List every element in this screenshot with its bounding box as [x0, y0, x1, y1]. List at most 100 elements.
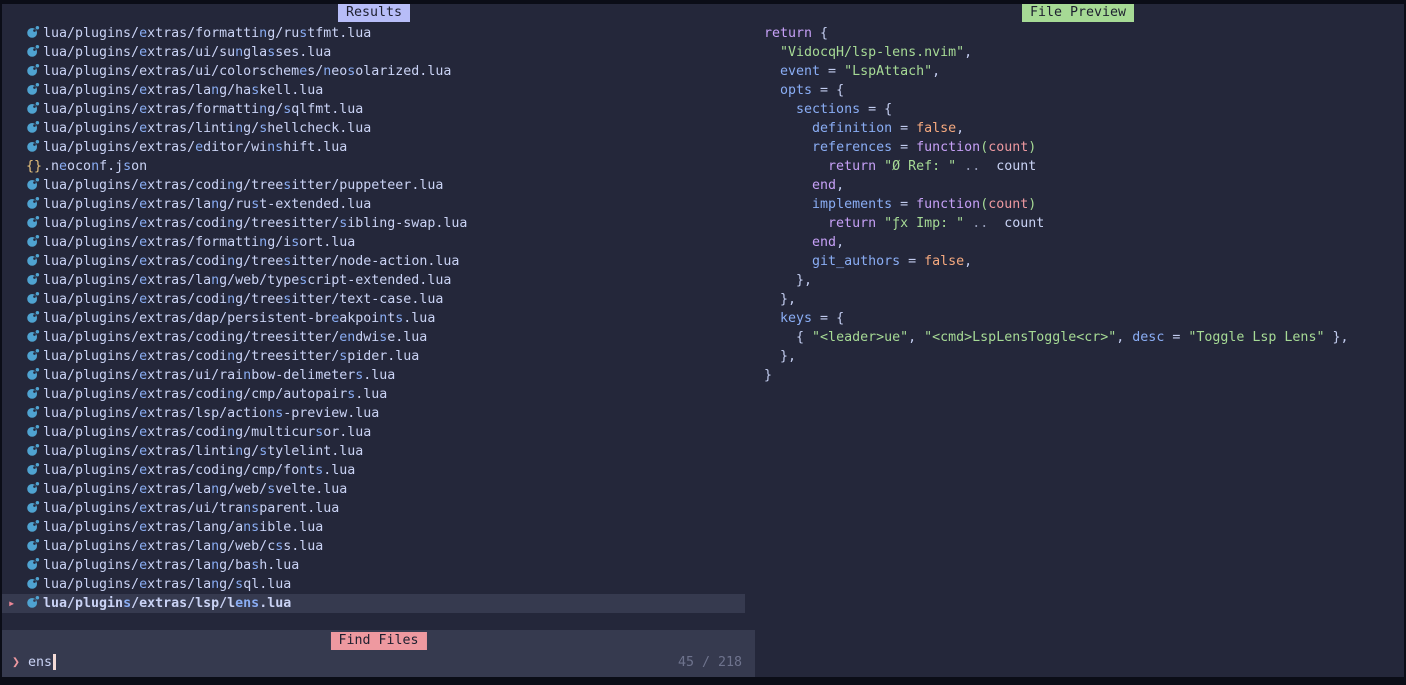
path-text: lua/plugins/ [43, 406, 139, 421]
result-row[interactable]: lua/plugins/extras/linting/shellcheck.lu… [2, 119, 745, 138]
result-row[interactable]: ▸lua/plugins/extras/lsp/lens.lua [2, 594, 745, 613]
result-row[interactable]: lua/plugins/extras/lsp/actions-preview.l… [2, 404, 745, 423]
preview-pane: return { "VidocqH/lsp-lens.nvim", event … [755, 2, 1404, 683]
code-token: count [988, 197, 1028, 212]
result-row[interactable]: lua/plugins/extras/coding/treesitter/nod… [2, 252, 745, 271]
code-line: implements = function(count) [764, 195, 1404, 214]
path-text: lua/plugins/ [43, 387, 139, 402]
result-row[interactable]: lua/plugins/extras/linting/stylelint.lua [2, 442, 745, 461]
code-token: function [916, 197, 980, 212]
result-row[interactable]: lua/plugins/extras/lang/bash.lua [2, 556, 745, 575]
path-text: g/tree [235, 178, 283, 193]
result-row[interactable]: lua/plugins/extras/lang/web/css.lua [2, 537, 745, 556]
path-text: olarized.lua [355, 64, 451, 79]
match-highlight: e [139, 387, 147, 402]
code-token: } [764, 368, 772, 383]
result-row[interactable]: lua/plugins/extras/lang/rust-extended.lu… [2, 195, 745, 214]
match-highlight: e [139, 273, 147, 288]
code-line: } [764, 366, 1404, 385]
lua-file-icon [26, 557, 43, 577]
code-line: return "Ø Ref: " .. count [764, 157, 1404, 176]
result-row[interactable]: lua/plugins/extras/formatting/rustfmt.lu… [2, 24, 745, 43]
result-row[interactable]: lua/plugins/extras/lang/web/svelte.lua [2, 480, 745, 499]
result-row[interactable]: lua/plugins/extras/lang/haskell.lua [2, 81, 745, 100]
lua-file-icon [26, 348, 43, 368]
result-row[interactable]: lua/plugins/extras/formatting/isort.lua [2, 233, 745, 252]
lua-file-icon [26, 196, 43, 216]
path-text: xtras/la [147, 197, 211, 212]
code-token: definition [812, 121, 892, 136]
lua-file-icon [26, 386, 43, 406]
path-text: f.j [99, 159, 123, 174]
result-row[interactable]: lua/plugins/extras/coding/cmp/fonts.lua [2, 461, 745, 480]
result-row[interactable]: lua/plugins/extras/coding/treesitter/pup… [2, 176, 745, 195]
match-highlight: e [139, 216, 147, 231]
match-highlight: e [139, 121, 147, 136]
result-row[interactable]: lua/plugins/extras/ui/transparent.lua [2, 499, 745, 518]
code-line: { "<leader>ue", "<cmd>LspLensToggle<cr>"… [764, 328, 1404, 347]
lua-file-icon [26, 101, 43, 121]
result-row[interactable]: lua/plugins/extras/coding/treesitter/tex… [2, 290, 745, 309]
prompt-input[interactable]: ens [28, 653, 56, 672]
path-text: hellcheck.lua [267, 121, 371, 136]
code-token: }, [1324, 330, 1348, 345]
prompt-line: ❯ ens 45 / 218 [12, 651, 742, 673]
code-line: end, [764, 176, 1404, 195]
match-highlight: ns [243, 501, 259, 516]
result-row[interactable]: lua/plugins/extras/ui/sunglasses.lua [2, 43, 745, 62]
code-token: return [828, 159, 876, 174]
result-row[interactable]: lua/plugins/extras/formatting/sqlfmt.lua [2, 100, 745, 119]
result-row[interactable]: lua/plugins/extras/coding/treesitter/sib… [2, 214, 745, 233]
result-row[interactable]: lua/plugins/extras/editor/winshift.lua [2, 138, 745, 157]
path-text: g/treesitter/ [235, 216, 339, 231]
result-row[interactable]: lua/plugins/extras/lang/ansible.lua [2, 518, 745, 537]
path-text: xtras/codi [147, 178, 227, 193]
match-highlight: ens [235, 596, 259, 611]
code-token: ( [980, 197, 988, 212]
path-text: lua/plugins/ [43, 273, 139, 288]
code-token [764, 64, 780, 79]
match-highlight: n [227, 387, 235, 402]
match-highlight: e [139, 102, 147, 117]
match-highlight: s [259, 444, 267, 459]
code-token: , [836, 235, 844, 250]
path-text: xtras/formatti [147, 26, 259, 41]
match-highlight: n [227, 216, 235, 231]
path-text: xtras/la [147, 539, 211, 554]
path-text: xtras/formatti [147, 102, 259, 117]
result-row[interactable]: lua/plugins/extras/coding/cmp/autopairs.… [2, 385, 745, 404]
prompt-title: Find Files [330, 632, 426, 650]
code-token: desc [1132, 330, 1164, 345]
path-text: lua/plugins/ [43, 349, 139, 364]
result-row[interactable]: lua/plugins/extras/coding/multicursor.lu… [2, 423, 745, 442]
result-row[interactable]: lua/plugins/extras/lang/sql.lua [2, 575, 745, 594]
code-token: , [908, 330, 924, 345]
match-highlight: e [139, 463, 147, 478]
result-row[interactable]: lua/plugins/extras/ui/rainbow-delimeters… [2, 366, 745, 385]
result-row[interactable]: lua/plugins/extras/coding/treesitter/spi… [2, 347, 745, 366]
path-text: xtras/ui/rai [147, 368, 243, 383]
path-text: g/ru [267, 26, 299, 41]
match-highlight: e [139, 520, 147, 535]
code-token: return [828, 216, 876, 231]
match-highlight: s [251, 558, 259, 573]
path-text: lua/plugins/ [43, 520, 139, 535]
result-row[interactable]: lua/plugins/extras/ui/colorschemes/neoso… [2, 62, 745, 81]
code-token: event [780, 64, 820, 79]
code-token: = [892, 140, 916, 155]
lua-file-icon [26, 253, 43, 273]
path-text: g/ha [219, 83, 251, 98]
result-row[interactable]: {}.neoconf.json [2, 157, 745, 176]
lua-file-icon [26, 25, 43, 45]
result-row[interactable]: lua/plugins/extras/lang/web/typescript-e… [2, 271, 745, 290]
result-row[interactable]: lua/plugins/extras/coding/treesitter/end… [2, 328, 745, 347]
match-highlight: e [139, 577, 147, 592]
path-text: lua/plugins/ [43, 254, 139, 269]
path-text: xtras/codi [147, 425, 227, 440]
path-text: cript-extended.lua [307, 273, 451, 288]
match-highlight: ns [267, 406, 283, 421]
match-highlight: e [139, 83, 147, 98]
result-row[interactable]: lua/plugins/extras/dap/persistent-breakp… [2, 309, 745, 328]
selection-caret-icon: ▸ [8, 594, 15, 613]
lua-file-icon [26, 500, 43, 520]
